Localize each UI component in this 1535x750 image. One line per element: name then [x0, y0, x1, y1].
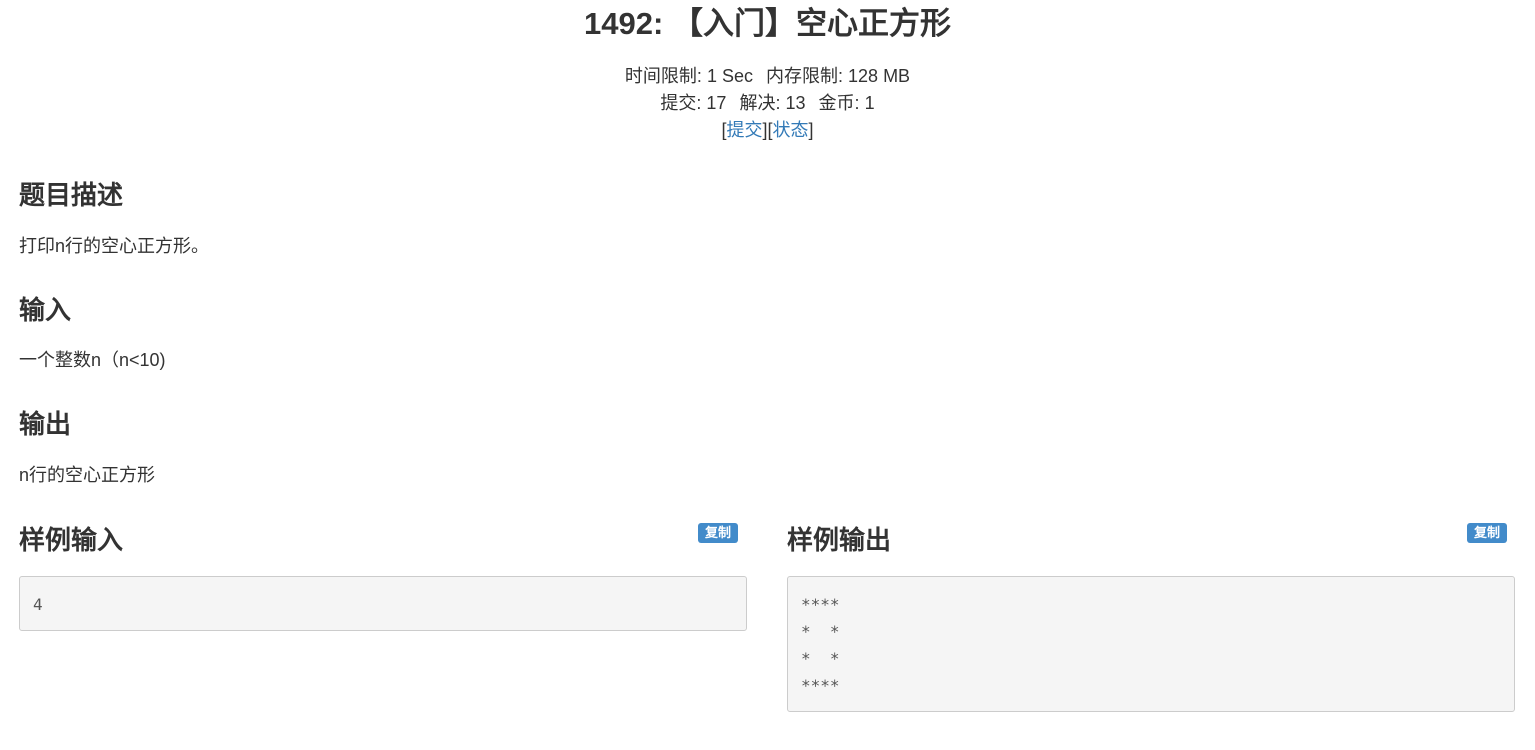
- action-links: [提交][状态]: [721, 120, 814, 140]
- memory-limit-label: 内存限制:: [766, 66, 844, 86]
- output-text: n行的空心正方形: [19, 465, 156, 485]
- copy-sample-output-button[interactable]: 复制: [1467, 523, 1508, 543]
- solved-count-label: 解决:: [739, 93, 781, 113]
- problem-meta: 时间限制: 1 Sec 内存限制: 128 MB 提交: 17 解决: 13 金…: [0, 63, 1535, 144]
- copy-sample-input-button[interactable]: 复制: [698, 523, 739, 543]
- page-title: 1492: 【入门】空心正方形: [584, 6, 951, 41]
- sample-output-heading: 样例输出: [787, 525, 892, 555]
- solved-count-value: 13: [785, 93, 806, 113]
- submit-link[interactable]: 提交: [726, 120, 762, 140]
- sample-output-box[interactable]: **** * * * * ****: [787, 576, 1515, 712]
- limits-line: 时间限制: 1 Sec 内存限制: 128 MB: [0, 63, 1535, 90]
- input-heading: 输入: [19, 295, 72, 325]
- memory-limit-value: 128 MB: [848, 66, 911, 86]
- submit-count-value: 17: [706, 93, 727, 113]
- status-link[interactable]: 状态: [773, 120, 809, 140]
- sample-input-box[interactable]: 4: [19, 576, 747, 631]
- coin-label: 金币:: [818, 93, 860, 113]
- sample-input-heading: 样例输入: [19, 525, 124, 555]
- input-text: 一个整数n（n<10): [19, 350, 166, 370]
- coin-value: 1: [864, 93, 875, 113]
- description-text: 打印n行的空心正方形。: [19, 236, 210, 256]
- time-limit-label: 时间限制:: [624, 66, 702, 86]
- output-heading: 输出: [19, 409, 72, 439]
- submit-count-label: 提交:: [660, 93, 702, 113]
- stats-line: 提交: 17 解决: 13 金币: 1: [0, 90, 1535, 117]
- time-limit-value: 1 Sec: [706, 66, 753, 86]
- description-heading: 题目描述: [19, 180, 124, 210]
